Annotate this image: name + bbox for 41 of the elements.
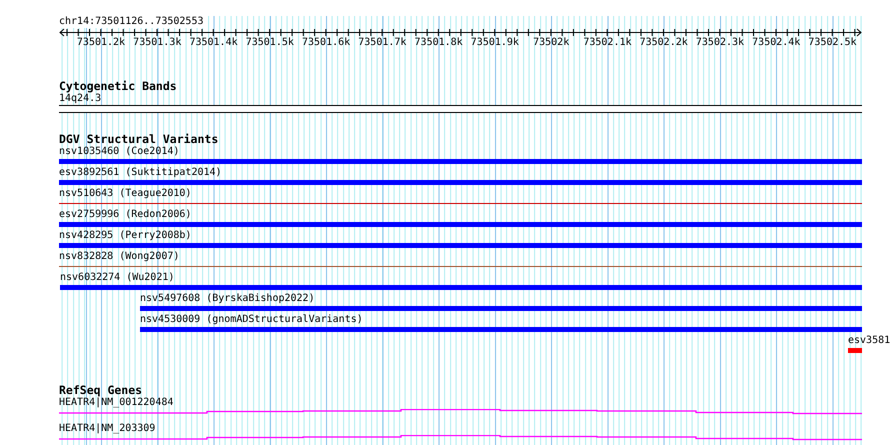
axis-tick-label: 73501.4k xyxy=(189,37,238,49)
variant-bar[interactable] xyxy=(59,180,862,185)
variant-label: esv2759996 (Redon2006) xyxy=(59,209,192,221)
axis-tick-label: 73501.6k xyxy=(302,37,350,49)
axis-tick-label: 73502.2k xyxy=(640,37,688,49)
variant-label: esv3892561 (Suktitipat2014) xyxy=(59,167,222,179)
gene-label: HEATR4|NM_203309 xyxy=(59,423,156,435)
variant-label: nsv510643 (Teague2010) xyxy=(59,188,192,200)
variant-label: nsv832828 (Wong2007) xyxy=(59,251,180,263)
axis-tick-label: 73501.8k xyxy=(414,37,463,49)
variant-label: nsv428295 (Perry2008b) xyxy=(59,230,192,242)
axis-tick-label: 73501.3k xyxy=(133,37,182,49)
axis-tick-label: 73502.1k xyxy=(583,37,632,49)
axis-tick-label: 73502.5k xyxy=(808,37,857,49)
variant-label: nsv6032274 (Wu2021) xyxy=(60,272,174,284)
variant-bar[interactable] xyxy=(140,306,862,311)
track-title: Cytogenetic Bands xyxy=(59,80,177,93)
variant-bar[interactable] xyxy=(848,348,862,353)
variant-bar[interactable] xyxy=(59,159,862,164)
axis-tick-label: 73501.7k xyxy=(358,37,406,49)
variant-label: nsv1035460 (Coe2014) xyxy=(59,146,180,158)
axis-tick-label: 73501.5k xyxy=(246,37,294,49)
location-label: chr14:73501126..73502553 xyxy=(59,16,204,28)
variant-label: nsv4530009 (gnomADStructuralVariants) xyxy=(140,314,363,326)
variant-bar[interactable] xyxy=(59,243,862,248)
axis-tick-label: 73501.9k xyxy=(470,37,519,49)
axis-tick-label: 73502.4k xyxy=(752,37,800,49)
variant-bar[interactable] xyxy=(59,222,862,227)
gene-label: HEATR4|NM_001220484 xyxy=(59,397,174,409)
axis-tick-label: 73502.3k xyxy=(696,37,744,49)
variant-bar[interactable] xyxy=(60,285,862,290)
variant-bar[interactable] xyxy=(140,327,862,332)
variant-line[interactable] xyxy=(59,203,862,204)
track-title: DGV Structural Variants xyxy=(59,133,218,146)
track-title: RefSeq Genes xyxy=(59,384,142,397)
axis-tick-label: 73502k xyxy=(533,37,570,49)
variant-label: esv3581 xyxy=(848,335,890,347)
variant-label: nsv5497608 (ByrskaBishop2022) xyxy=(140,293,315,305)
axis-tick-label: 73501.2k xyxy=(76,37,126,49)
variant-line[interactable] xyxy=(59,266,862,267)
band-label: 14q24.3 xyxy=(59,93,102,105)
